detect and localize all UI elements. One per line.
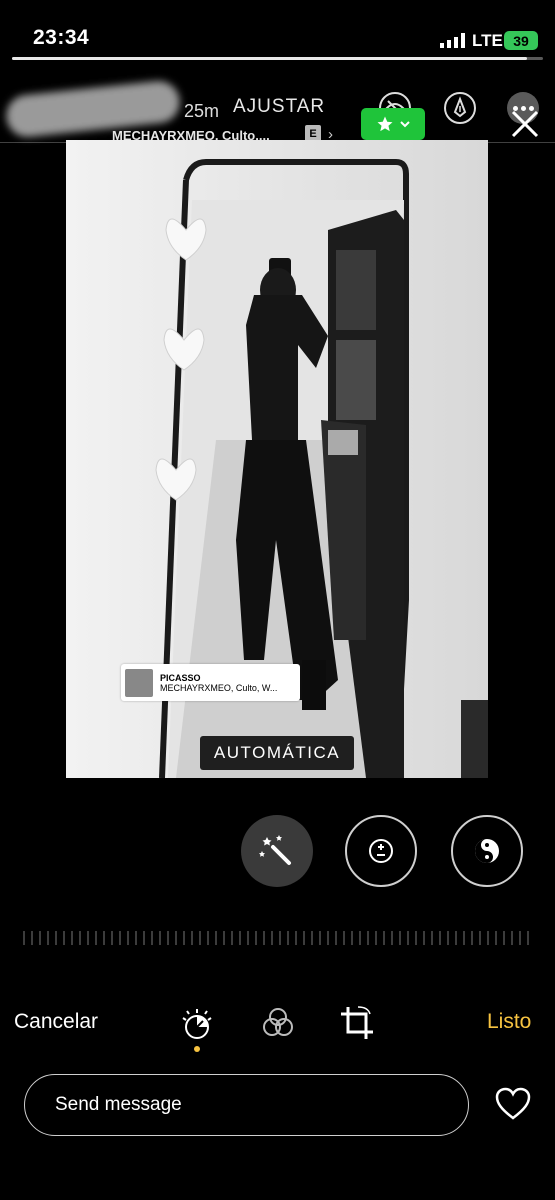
- pen-glyph: [453, 96, 467, 118]
- send-message-input[interactable]: Send message: [24, 1074, 469, 1136]
- close-friends-star-icon: [377, 116, 392, 132]
- song-title: PICASSO: [160, 672, 201, 683]
- story-progress: [12, 57, 543, 60]
- close-friends-button[interactable]: [361, 108, 425, 140]
- message-placeholder: Send message: [55, 1094, 182, 1115]
- magic-wand-icon: [259, 835, 291, 865]
- crop-rotate-icon[interactable]: [338, 1004, 376, 1042]
- exposure-icon: [369, 839, 393, 863]
- story-progress-fill: [12, 57, 528, 60]
- auto-enhance-button[interactable]: [241, 815, 313, 887]
- network-label: LTE: [472, 31, 503, 50]
- music-sticker[interactable]: PICASSO MECHAYRXMEO, Culto, W...: [121, 664, 300, 701]
- mode-title: AJUSTAR: [233, 96, 326, 117]
- album-art: [125, 668, 153, 697]
- contrast-button[interactable]: [451, 815, 523, 887]
- close-icon[interactable]: [507, 106, 543, 142]
- sticker-text: PICASSO MECHAYRXMEO, Culto, W...: [160, 673, 277, 693]
- done-button[interactable]: Listo: [487, 1010, 531, 1034]
- active-tab-indicator: [194, 1046, 200, 1052]
- exposure-button[interactable]: [345, 815, 417, 887]
- adjust-dial-icon[interactable]: [178, 1006, 216, 1044]
- song-artist: MECHAYRXMEO, Culto, W...: [160, 682, 278, 693]
- effect-label: AUTOMÁTICA: [200, 736, 354, 770]
- signal-icon: [440, 33, 465, 48]
- story-time-ago: 25m: [184, 101, 220, 121]
- contrast-icon: [475, 839, 499, 863]
- adjustment-slider[interactable]: [22, 929, 533, 947]
- status-time: 23:34: [33, 26, 90, 49]
- cancel-button[interactable]: Cancelar: [14, 1010, 98, 1034]
- filters-icon[interactable]: [261, 1006, 295, 1040]
- heart-icon[interactable]: [495, 1087, 531, 1121]
- battery-indicator: 39: [504, 31, 538, 50]
- pen-icon[interactable]: [444, 92, 476, 124]
- chevron-down-icon: [399, 121, 410, 128]
- battery-level: 39: [513, 32, 529, 49]
